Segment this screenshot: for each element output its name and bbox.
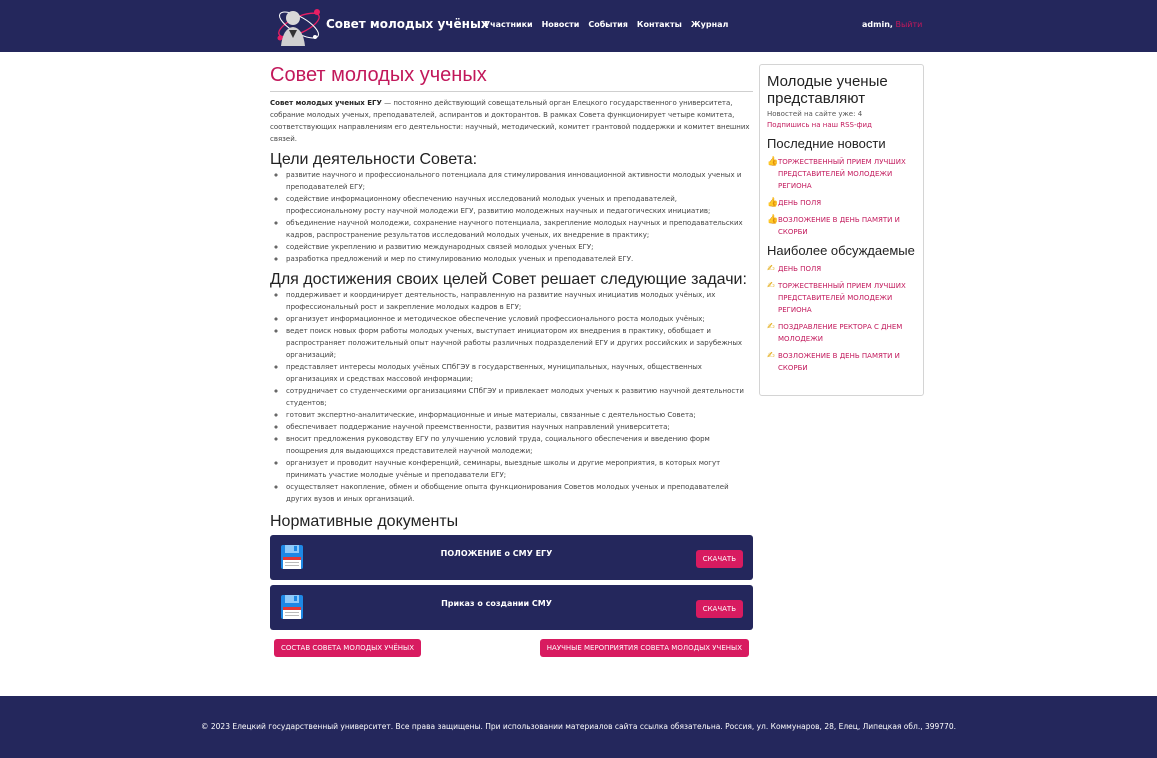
goals-list: развитие научного и профессионального по… xyxy=(270,169,753,265)
thumbs-up-icon: 👍 xyxy=(767,157,779,167)
main-content: Совет молодых ученых Совет молодых учены… xyxy=(270,64,753,661)
list-item: обеспечивает поддержание научной преемст… xyxy=(286,421,753,433)
news-link[interactable]: ВОЗЛОЖЕНИЕ В ДЕНЬ ПАМЯТИ И СКОРБИ xyxy=(778,352,900,372)
writing-hand-icon: ✍ xyxy=(767,281,775,291)
documents-heading: Нормативные документы xyxy=(270,513,459,530)
list-item: ✍ ПОЗДРАВЛЕНИЕ РЕКТОРА С ДНЕМ МОЛОДЕЖИ xyxy=(767,321,916,345)
nav-item-events[interactable]: События xyxy=(588,20,628,29)
popular-list: ✍ ДЕНЬ ПОЛЯ ✍ ТОРЖЕСТВЕННЫЙ ПРИЕМ ЛУЧШИХ П… xyxy=(767,263,916,374)
footer-copyright: © 2023 Елецкий государственный университ… xyxy=(201,722,956,731)
list-item: содействие информационному обеспечению н… xyxy=(286,193,753,217)
popular-heading: Наиболее обсуждаемые xyxy=(767,243,915,258)
list-item: поддерживает и координирует деятельность… xyxy=(286,289,753,313)
list-item: ведет поиск новых форм работы молодых уч… xyxy=(286,325,753,361)
site-header: Совет молодых учёных Участники Новости С… xyxy=(0,0,1157,52)
intro-bold: Совет молодых ученых ЕГУ xyxy=(270,99,382,107)
list-item: развитие научного и профессионального по… xyxy=(286,169,753,193)
bottom-buttons: СОСТАВ СОВЕТА МОЛОДЫХ УЧЁНЫХ НАУЧНЫЕ МЕР… xyxy=(270,639,753,661)
scientific-events-button[interactable]: НАУЧНЫЕ МЕРОПРИЯТИЯ СОВЕТА МОЛОДЫХ УЧЕНЫ… xyxy=(539,639,749,657)
page-title: Совет молодых ученых xyxy=(270,64,753,92)
sidebar: Молодые ученые представляют Новостей на … xyxy=(759,64,924,396)
list-item: 👍 ТОРЖЕСТВЕННЫЙ ПРИЕМ ЛУЧШИХ ПРЕДСТАВИТЕЛ… xyxy=(767,156,916,192)
main-nav: Участники Новости События Контакты Журна… xyxy=(484,20,728,29)
news-link[interactable]: ПОЗДРАВЛЕНИЕ РЕКТОРА С ДНЕМ МОЛОДЕЖИ xyxy=(778,323,902,343)
council-members-button[interactable]: СОСТАВ СОВЕТА МОЛОДЫХ УЧЁНЫХ xyxy=(274,639,421,657)
nav-item-participants[interactable]: Участники xyxy=(484,20,533,29)
goals-heading: Цели деятельности Совета: xyxy=(270,151,478,168)
site-footer: © 2023 Елецкий государственный университ… xyxy=(0,696,1157,758)
list-item: ✍ ДЕНЬ ПОЛЯ xyxy=(767,263,916,275)
list-item: представляет интересы молодых учёных СПб… xyxy=(286,361,753,385)
rss-link[interactable]: Подпишись на наш RSS-фид xyxy=(767,121,916,129)
sidebar-title: Молодые ученые представляют xyxy=(767,73,888,107)
download-button[interactable]: СКАЧАТЬ xyxy=(695,550,743,568)
document-title: ПОЛОЖЕНИЕ о СМУ ЕГУ xyxy=(440,549,553,558)
username: admin, xyxy=(862,20,893,29)
list-item: 👍 ВОЗЛОЖЕНИЕ В ДЕНЬ ПАМЯТИ И СКОРБИ xyxy=(767,214,916,238)
floppy-disk-icon xyxy=(281,545,303,569)
logout-link[interactable]: Выйти xyxy=(895,20,922,29)
writing-hand-icon: ✍ xyxy=(767,351,775,361)
nav-item-contacts[interactable]: Контакты xyxy=(637,20,682,29)
list-item: вносит предложения руководству ЕГУ по ул… xyxy=(286,433,753,457)
document-title: Приказ о создании СМУ xyxy=(441,599,552,608)
tasks-heading: Для достижения своих целей Совет решает … xyxy=(270,271,747,288)
download-button[interactable]: СКАЧАТЬ xyxy=(695,600,743,618)
nav-item-news[interactable]: Новости xyxy=(542,20,580,29)
brand-title[interactable]: Совет молодых учёных xyxy=(326,17,489,31)
floppy-disk-icon xyxy=(281,595,303,619)
tasks-list: поддерживает и координирует деятельность… xyxy=(270,289,753,505)
list-item: осуществляет накопление, обмен и обобщен… xyxy=(286,481,753,505)
list-item: ✍ ВОЗЛОЖЕНИЕ В ДЕНЬ ПАМЯТИ И СКОРБИ xyxy=(767,350,916,374)
news-link[interactable]: ТОРЖЕСТВЕННЫЙ ПРИЕМ ЛУЧШИХ ПРЕДСТАВИТЕЛЕ… xyxy=(778,282,906,314)
list-item: содействие укреплению и развитию междуна… xyxy=(286,241,753,253)
writing-hand-icon: ✍ xyxy=(767,322,775,332)
latest-news-heading: Последние новости xyxy=(767,136,886,151)
intro-paragraph: Совет молодых ученых ЕГУ — постоянно дей… xyxy=(270,97,753,145)
user-box: admin, Выйти xyxy=(862,20,922,29)
logo-icon[interactable] xyxy=(271,2,323,48)
list-item: готовит экспертно-аналитические, информа… xyxy=(286,409,753,421)
news-link[interactable]: ДЕНЬ ПОЛЯ xyxy=(778,265,821,273)
news-link[interactable]: ВОЗЛОЖЕНИЕ В ДЕНЬ ПАМЯТИ И СКОРБИ xyxy=(778,216,900,236)
list-item: объединение научной молодежи, сохранение… xyxy=(286,217,753,241)
writing-hand-icon: ✍ xyxy=(767,264,775,274)
nav-item-journal[interactable]: Журнал xyxy=(691,20,729,29)
list-item: сотрудничает со студенческими организаци… xyxy=(286,385,753,409)
news-count: Новостей на сайте уже: 4 xyxy=(767,110,863,118)
list-item: организует информационное и методическое… xyxy=(286,313,753,325)
thumbs-up-icon: 👍 xyxy=(767,198,779,208)
news-link[interactable]: ДЕНЬ ПОЛЯ xyxy=(778,199,821,207)
list-item: организует и проводит научные конференци… xyxy=(286,457,753,481)
latest-news-list: 👍 ТОРЖЕСТВЕННЫЙ ПРИЕМ ЛУЧШИХ ПРЕДСТАВИТЕЛ… xyxy=(767,156,916,238)
list-item: ✍ ТОРЖЕСТВЕННЫЙ ПРИЕМ ЛУЧШИХ ПРЕДСТАВИТЕЛ… xyxy=(767,280,916,316)
document-card: Приказ о создании СМУ СКАЧАТЬ xyxy=(270,585,753,630)
list-item: 👍 ДЕНЬ ПОЛЯ xyxy=(767,197,916,209)
thumbs-up-icon: 👍 xyxy=(767,215,779,225)
news-link[interactable]: ТОРЖЕСТВЕННЫЙ ПРИЕМ ЛУЧШИХ ПРЕДСТАВИТЕЛЕ… xyxy=(778,158,906,190)
document-card: ПОЛОЖЕНИЕ о СМУ ЕГУ СКАЧАТЬ xyxy=(270,535,753,580)
list-item: разработка предложений и мер по стимулир… xyxy=(286,253,753,265)
